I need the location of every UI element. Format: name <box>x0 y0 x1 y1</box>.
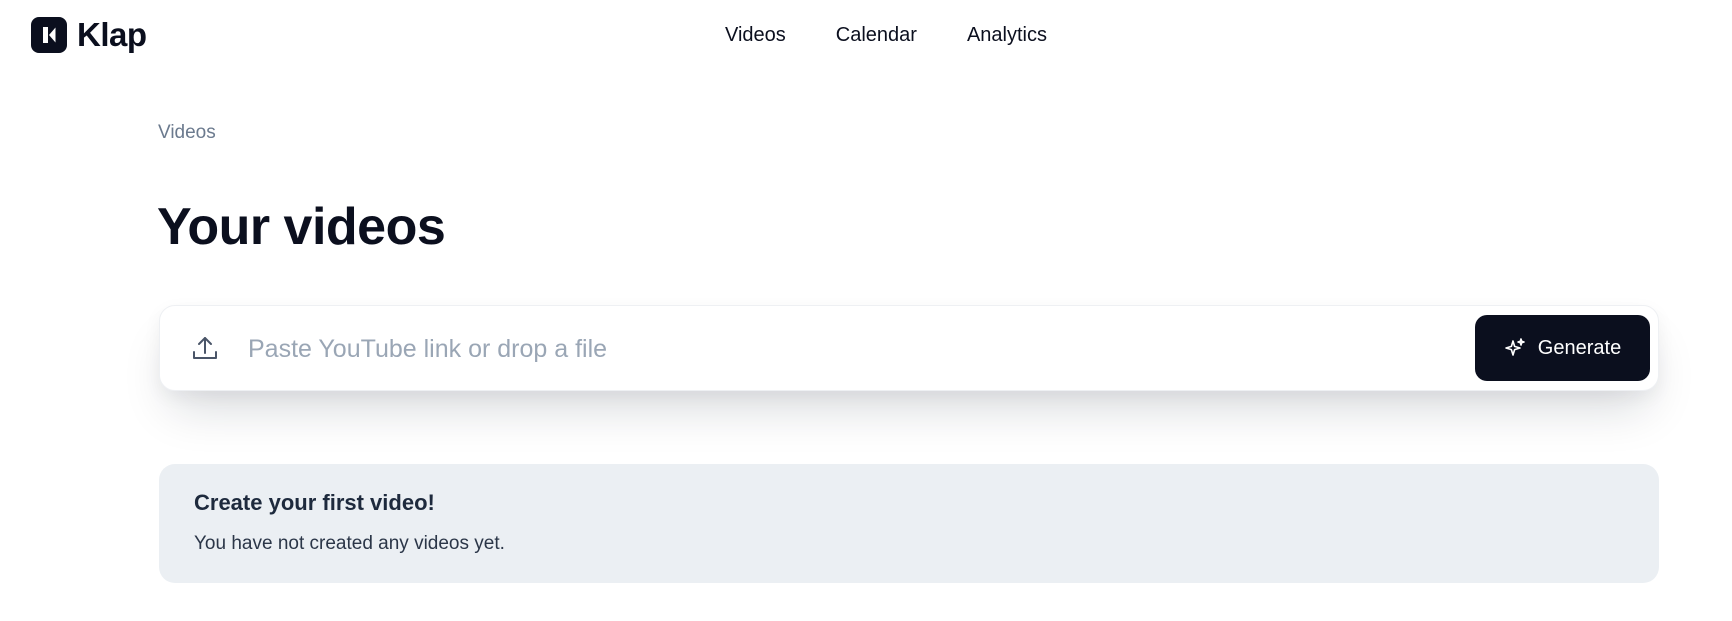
empty-state-message: You have not created any videos yet. <box>194 533 505 554</box>
upload-icon[interactable] <box>190 333 220 363</box>
page-title: Your videos <box>157 198 446 256</box>
top-bar: Klap Videos Calendar Analytics <box>0 0 1732 72</box>
video-input-card: Generate <box>159 305 1659 391</box>
empty-state-title: Create your first video! <box>194 490 435 515</box>
sparkle-icon <box>1504 337 1526 359</box>
main-nav: Videos Calendar Analytics <box>0 22 1732 48</box>
youtube-link-input[interactable] <box>246 324 1346 374</box>
empty-state-card: Create your first video! You have not cr… <box>159 464 1659 583</box>
nav-item-videos[interactable]: Videos <box>725 22 786 48</box>
nav-item-analytics[interactable]: Analytics <box>967 22 1047 48</box>
generate-button[interactable]: Generate <box>1475 315 1650 381</box>
generate-button-label: Generate <box>1537 336 1622 359</box>
nav-item-calendar[interactable]: Calendar <box>836 22 917 48</box>
breadcrumb[interactable]: Videos <box>158 122 216 144</box>
